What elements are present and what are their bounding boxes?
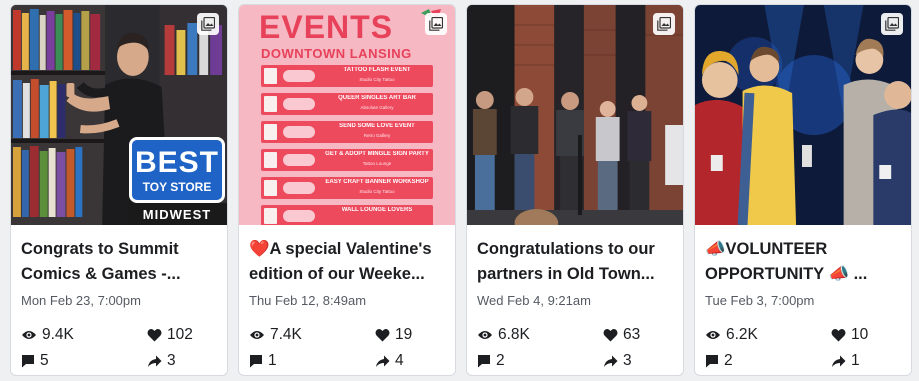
post-date: Thu Feb 12, 8:49am (249, 293, 367, 308)
post-thumbnail[interactable]: EVENTS DOWNTOWN LANSING TATTOO FLASH EVE… (239, 5, 455, 225)
likes-count: 10 (851, 326, 869, 343)
heart-icon (831, 329, 846, 342)
volunteer-group-photo (695, 5, 911, 225)
event-row: EASY CRAFT BANNER WORKSHOP Studio City Ta… (261, 177, 433, 199)
badge-best-text: BEST (134, 146, 219, 179)
post-title[interactable]: 📣VOLUNTEER OPPORTUNITY 📣 ... (705, 237, 903, 287)
badge-toy-store-text: TOY STORE (142, 180, 212, 194)
events-poster-image: EVENTS DOWNTOWN LANSING TATTOO FLASH EVE… (239, 5, 455, 225)
photo-album-icon (653, 13, 675, 35)
comment-icon (706, 355, 718, 368)
comment-icon (250, 355, 262, 368)
post-date: Wed Feb 4, 9:21am (477, 293, 591, 308)
best-toy-store-badge: BEST TOY STORE MIDWEST (127, 135, 227, 225)
shares-stat: 3 (119, 351, 217, 371)
shares-count: 3 (167, 352, 176, 369)
share-arrow-icon (832, 355, 846, 367)
heart-icon (603, 329, 618, 342)
comments-stat: 2 (477, 351, 575, 371)
event-row: GET & ADOPT MINGLE SIGN PARTY Tattoo Loun… (261, 149, 433, 171)
views-count: 7.4K (270, 326, 302, 343)
comments-stat: 2 (705, 351, 803, 371)
post-stats: 6.2K 10 2 1 (705, 325, 901, 371)
photo-album-icon (197, 13, 219, 35)
poster-subheading: DOWNTOWN LANSING (261, 46, 412, 61)
post-title[interactable]: Congrats to Summit Comics & Games -... (21, 237, 219, 287)
views-stat: 6.8K (477, 325, 575, 345)
post-card[interactable]: Congratulations to our partners in Old T… (466, 4, 684, 376)
views-stat: 6.2K (705, 325, 803, 345)
comments-count: 2 (496, 352, 505, 369)
post-date: Tue Feb 3, 7:00pm (705, 293, 815, 308)
shares-stat: 3 (575, 351, 673, 371)
post-title[interactable]: Congratulations to our partners in Old T… (477, 237, 675, 287)
photo-album-icon (425, 13, 447, 35)
share-arrow-icon (604, 355, 618, 367)
comment-icon (22, 355, 34, 368)
likes-count: 63 (623, 326, 641, 343)
comments-stat: 5 (21, 351, 119, 371)
poster-heading: EVENTS (259, 9, 394, 45)
comments-count: 5 (40, 352, 49, 369)
shares-stat: 4 (347, 351, 445, 371)
post-grid: BEST TOY STORE MIDWEST Congrats to Summi… (0, 0, 919, 381)
likes-stat: 102 (119, 325, 217, 345)
post-thumbnail[interactable] (467, 5, 683, 225)
post-card[interactable]: BEST TOY STORE MIDWEST Congrats to Summi… (10, 4, 228, 376)
post-card[interactable]: 📣VOLUNTEER OPPORTUNITY 📣 ... Tue Feb 3, … (694, 4, 912, 376)
post-stats: 6.8K 63 2 3 (477, 325, 673, 371)
likes-count: 19 (395, 326, 413, 343)
group-event-photo (467, 5, 683, 225)
post-stats: 7.4K 19 1 4 (249, 325, 445, 371)
eye-icon (22, 331, 36, 339)
likes-count: 102 (167, 326, 193, 343)
heart-icon (147, 329, 162, 342)
comments-count: 1 (268, 352, 277, 369)
badge-midwest-text: MIDWEST (127, 203, 227, 225)
heart-icon (375, 329, 390, 342)
event-row: TATTOO FLASH EVENT Studio City Tattoo (261, 65, 433, 87)
shares-count: 4 (395, 352, 404, 369)
comment-icon (478, 355, 490, 368)
shares-count: 1 (851, 352, 860, 369)
views-stat: 7.4K (249, 325, 347, 345)
views-count: 6.2K (726, 326, 758, 343)
post-title[interactable]: ❤️A special Valentine's edition of our W… (249, 237, 447, 287)
share-arrow-icon (148, 355, 162, 367)
eye-icon (250, 331, 264, 339)
share-arrow-icon (376, 355, 390, 367)
event-row: QUEER SINGLES ART BAR Absolute Gallery (261, 93, 433, 115)
post-thumbnail[interactable]: BEST TOY STORE MIDWEST (11, 5, 227, 225)
views-count: 9.4K (42, 326, 74, 343)
post-stats: 9.4K 102 5 3 (21, 325, 217, 371)
photo-album-icon (881, 13, 903, 35)
post-thumbnail[interactable] (695, 5, 911, 225)
comments-count: 2 (724, 352, 733, 369)
event-row: WALL LOUNGE LOVERS (261, 205, 433, 225)
shares-stat: 1 (803, 351, 901, 371)
shares-count: 3 (623, 352, 632, 369)
post-card[interactable]: EVENTS DOWNTOWN LANSING TATTOO FLASH EVE… (238, 4, 456, 376)
likes-stat: 19 (347, 325, 445, 345)
views-stat: 9.4K (21, 325, 119, 345)
views-count: 6.8K (498, 326, 530, 343)
likes-stat: 63 (575, 325, 673, 345)
eye-icon (706, 331, 720, 339)
comments-stat: 1 (249, 351, 347, 371)
likes-stat: 10 (803, 325, 901, 345)
event-row: SEND SOME LOVE EVENT Retro Gallery (261, 121, 433, 143)
post-date: Mon Feb 23, 7:00pm (21, 293, 141, 308)
eye-icon (478, 331, 492, 339)
